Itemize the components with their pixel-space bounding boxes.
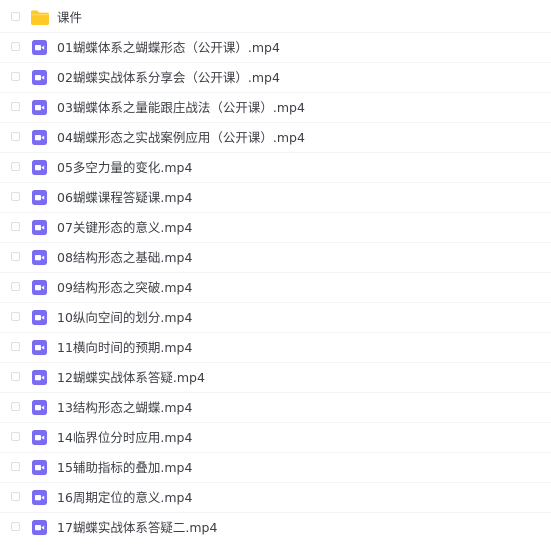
row-checkbox[interactable] — [11, 72, 20, 81]
file-row[interactable]: 14临界位分时应用.mp4 — [0, 423, 551, 453]
file-name: 06蝴蝶课程答疑课.mp4 — [57, 190, 193, 205]
video-file-icon — [32, 280, 47, 295]
video-file-icon — [32, 430, 47, 445]
file-row[interactable]: 04蝴蝶形态之实战案例应用（公开课）.mp4 — [0, 123, 551, 153]
file-name: 14临界位分时应用.mp4 — [57, 430, 193, 445]
file-row[interactable]: 02蝴蝶实战体系分享会（公开课）.mp4 — [0, 63, 551, 93]
file-row[interactable]: 17蝴蝶实战体系答疑二.mp4 — [0, 513, 551, 543]
file-row[interactable]: 08结构形态之基础.mp4 — [0, 243, 551, 273]
file-row[interactable]: 06蝴蝶课程答疑课.mp4 — [0, 183, 551, 213]
file-name: 12蝴蝶实战体系答疑.mp4 — [57, 370, 205, 385]
row-checkbox[interactable] — [11, 522, 20, 531]
video-file-icon — [32, 460, 47, 475]
file-row[interactable]: 12蝴蝶实战体系答疑.mp4 — [0, 363, 551, 393]
video-file-icon — [32, 220, 47, 235]
file-name: 11横向时间的预期.mp4 — [57, 340, 193, 355]
file-name: 13结构形态之蝴蝶.mp4 — [57, 400, 193, 415]
row-checkbox[interactable] — [11, 102, 20, 111]
video-file-icon — [32, 100, 47, 115]
file-row[interactable]: 09结构形态之突破.mp4 — [0, 273, 551, 303]
file-row[interactable]: 13结构形态之蝴蝶.mp4 — [0, 393, 551, 423]
file-name: 15辅助指标的叠加.mp4 — [57, 460, 193, 475]
file-name: 02蝴蝶实战体系分享会（公开课）.mp4 — [57, 70, 280, 85]
file-row[interactable]: 15辅助指标的叠加.mp4 — [0, 453, 551, 483]
row-checkbox[interactable] — [11, 432, 20, 441]
file-row[interactable]: 03蝴蝶体系之量能跟庄战法（公开课）.mp4 — [0, 93, 551, 123]
row-checkbox[interactable] — [11, 252, 20, 261]
file-name: 08结构形态之基础.mp4 — [57, 250, 193, 265]
file-name: 04蝴蝶形态之实战案例应用（公开课）.mp4 — [57, 130, 305, 145]
video-file-icon — [32, 340, 47, 355]
video-file-icon — [32, 130, 47, 145]
file-name: 07关键形态的意义.mp4 — [57, 220, 193, 235]
file-row[interactable]: 07关键形态的意义.mp4 — [0, 213, 551, 243]
file-name: 05多空力量的变化.mp4 — [57, 160, 193, 175]
video-file-icon — [32, 310, 47, 325]
row-checkbox[interactable] — [11, 312, 20, 321]
video-file-icon — [32, 520, 47, 535]
file-row[interactable]: 10纵向空间的划分.mp4 — [0, 303, 551, 333]
row-checkbox[interactable] — [11, 462, 20, 471]
video-file-icon — [32, 490, 47, 505]
file-name: 03蝴蝶体系之量能跟庄战法（公开课）.mp4 — [57, 100, 305, 115]
row-checkbox[interactable] — [11, 402, 20, 411]
file-list: 课件 01蝴蝶体系之蝴蝶形态（公开课）.mp4 02蝴蝶实战体系分享会（公开课）… — [0, 0, 551, 546]
file-row[interactable]: 16周期定位的意义.mp4 — [0, 483, 551, 513]
file-name: 01蝴蝶体系之蝴蝶形态（公开课）.mp4 — [57, 40, 280, 55]
folder-row[interactable]: 课件 — [0, 3, 551, 33]
row-checkbox[interactable] — [11, 492, 20, 501]
row-checkbox[interactable] — [11, 42, 20, 51]
video-file-icon — [32, 160, 47, 175]
row-checkbox[interactable] — [11, 132, 20, 141]
file-name: 09结构形态之突破.mp4 — [57, 280, 193, 295]
video-file-icon — [32, 370, 47, 385]
row-checkbox[interactable] — [11, 12, 20, 21]
row-checkbox[interactable] — [11, 282, 20, 291]
row-checkbox[interactable] — [11, 222, 20, 231]
row-checkbox[interactable] — [11, 342, 20, 351]
video-file-icon — [32, 70, 47, 85]
file-row[interactable]: 05多空力量的变化.mp4 — [0, 153, 551, 183]
file-name: 10纵向空间的划分.mp4 — [57, 310, 193, 325]
video-file-icon — [32, 40, 47, 55]
file-name: 16周期定位的意义.mp4 — [57, 490, 193, 505]
row-checkbox[interactable] — [11, 192, 20, 201]
video-file-icon — [32, 250, 47, 265]
file-row[interactable]: 01蝴蝶体系之蝴蝶形态（公开课）.mp4 — [0, 33, 551, 63]
file-row[interactable]: 11横向时间的预期.mp4 — [0, 333, 551, 363]
row-checkbox[interactable] — [11, 372, 20, 381]
video-file-icon — [32, 190, 47, 205]
folder-icon — [31, 10, 49, 25]
file-name: 17蝴蝶实战体系答疑二.mp4 — [57, 520, 218, 535]
file-name: 课件 — [57, 10, 83, 25]
video-file-icon — [32, 400, 47, 415]
row-checkbox[interactable] — [11, 162, 20, 171]
